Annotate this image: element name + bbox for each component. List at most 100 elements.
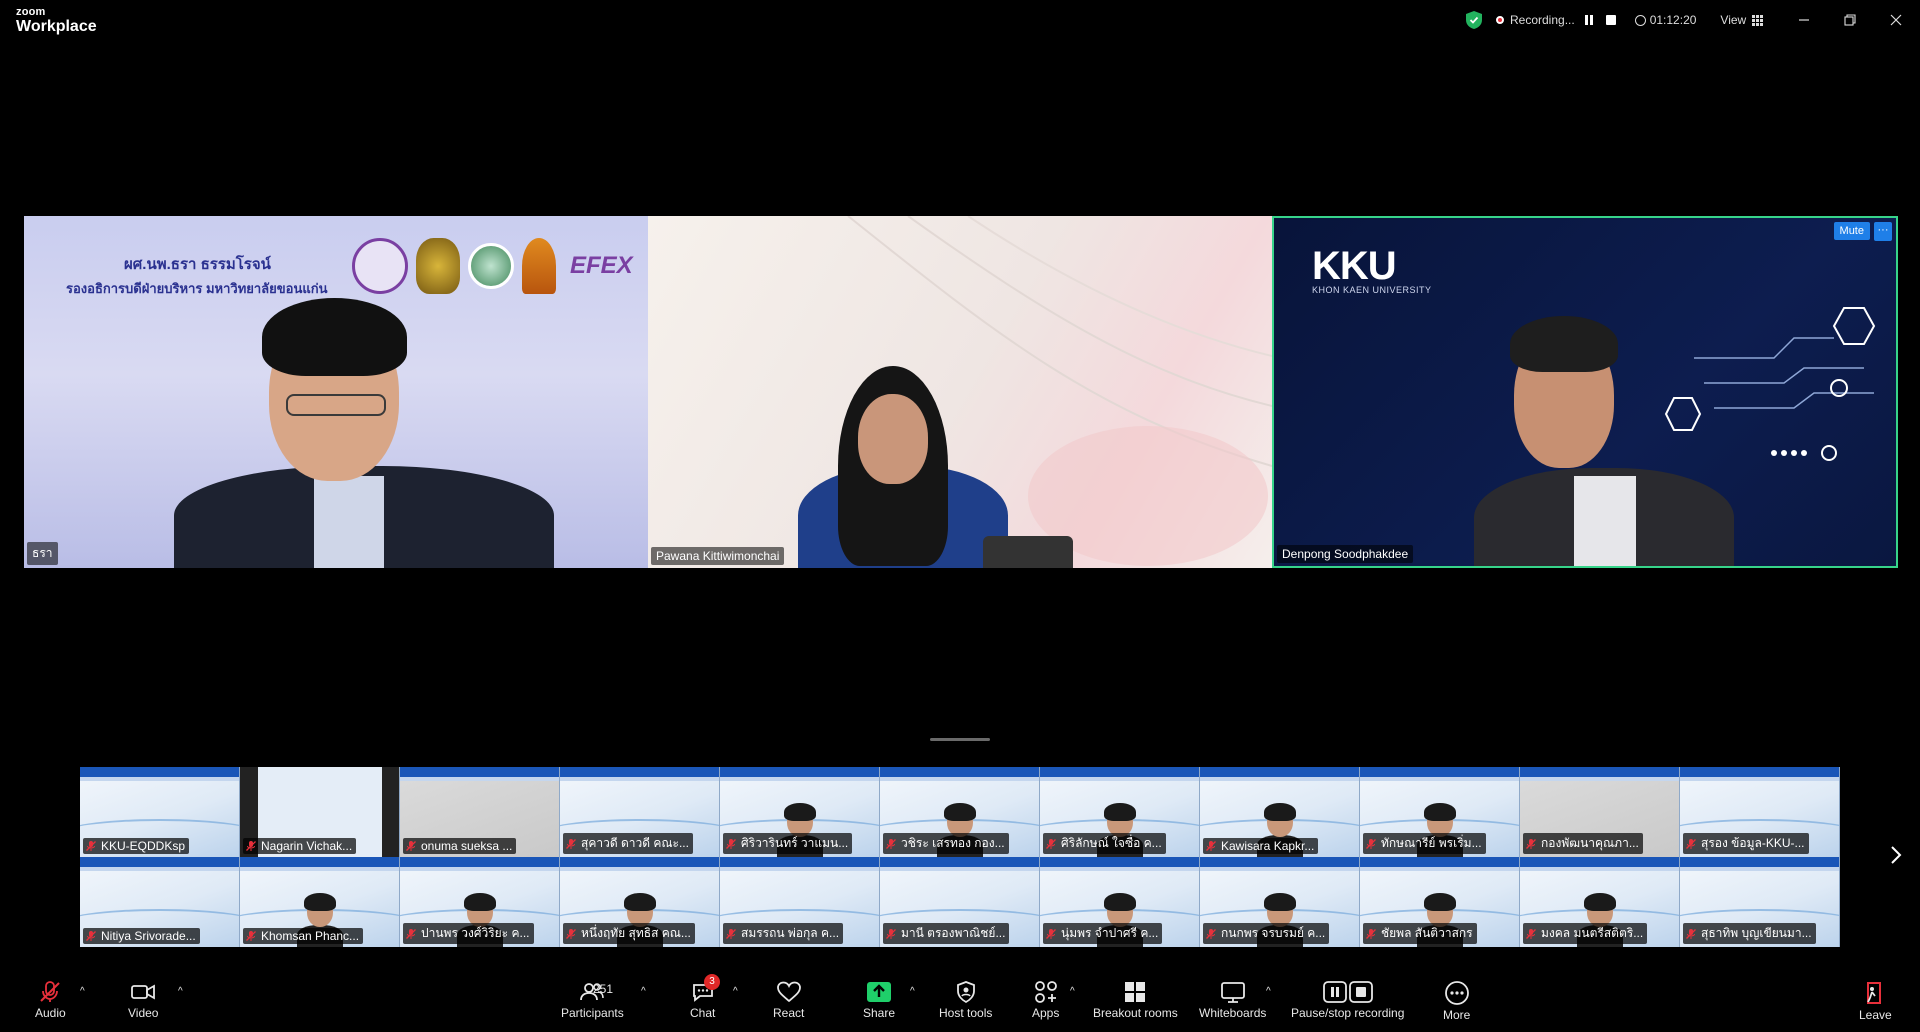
- participant-tile[interactable]: Kawisara Kapkr...: [1200, 767, 1360, 857]
- muted-microphone-icon: [886, 928, 896, 939]
- participant-name-tag: สุธาทิพ บุญเขียนมา...: [1683, 923, 1816, 944]
- participant-tile[interactable]: onuma sueksa ...: [400, 767, 560, 857]
- stop-icon: [1605, 15, 1616, 25]
- participant-name: Kawisara Kapkr...: [1221, 839, 1315, 853]
- participant-name-tag: กนกพร จรบรมย์ ค...: [1203, 923, 1330, 944]
- muted-microphone-icon: [1686, 838, 1696, 849]
- participant-name-tag: สุคาวดี ดาวดี คณะ...: [563, 833, 693, 854]
- encryption-shield-icon[interactable]: [1466, 11, 1482, 29]
- participant-name: มานี ตรองพาณิชย์...: [901, 926, 1006, 940]
- participant-tile[interactable]: Nagarin Vichak...: [240, 767, 400, 857]
- participant-tile[interactable]: สุรอง ข้อมูล-KKU-...: [1680, 767, 1840, 857]
- participant-tile[interactable]: นุ่มพร จำปาศรี ค...: [1040, 857, 1200, 947]
- participant-tile[interactable]: กองพัฒนาคุณภา...: [1520, 767, 1680, 857]
- zoom-workplace-logo: zoom Workplace: [16, 7, 97, 35]
- participant-tile[interactable]: สมรรถน พ่อกุล ค...: [720, 857, 880, 947]
- breakout-rooms-button[interactable]: Breakout rooms: [1093, 980, 1178, 1020]
- video-tile-thara[interactable]: ผศ.นพ.ธรา ธรรมโรจน์ รองอธิการบดีฝ่ายบริห…: [24, 216, 648, 568]
- audio-options-caret[interactable]: ^: [80, 986, 85, 997]
- gallery-next-button[interactable]: [1890, 845, 1902, 870]
- participant-name-tag: สุรอง ข้อมูล-KKU-...: [1683, 833, 1809, 854]
- participant-name: ชัยพล สันติวาสกร: [1381, 926, 1473, 940]
- minimize-button[interactable]: [1792, 8, 1816, 32]
- chat-unread-badge: 3: [704, 974, 720, 990]
- participant-tile[interactable]: หนึ่งฤทัย สุทธิส คณ...: [560, 857, 720, 947]
- chat-options-caret[interactable]: ^: [733, 986, 738, 997]
- muted-microphone-icon: [86, 931, 96, 941]
- slide-subheader-bar: [1040, 777, 1199, 781]
- audio-button[interactable]: Audio: [35, 980, 66, 1020]
- participant-tile[interactable]: สุธาทิพ บุญเขียนมา...: [1680, 857, 1840, 947]
- video-button[interactable]: Video: [128, 980, 158, 1020]
- muted-microphone-icon: [1366, 928, 1376, 939]
- muted-microphone-icon: [246, 841, 256, 851]
- participant-name-tag: วชิระ เสรทอง กอง...: [883, 833, 1009, 854]
- participant-tile[interactable]: ศิริวารินทร์ วาแมน...: [720, 767, 880, 857]
- participant-tile[interactable]: ศิริลักษณ์ ใจซื่อ ค...: [1040, 767, 1200, 857]
- participant-tile[interactable]: กนกพร จรบรมย์ ค...: [1200, 857, 1360, 947]
- mute-participant-button[interactable]: Mute: [1833, 222, 1870, 240]
- participants-count: 251: [593, 982, 614, 996]
- chat-button[interactable]: 3 Chat: [690, 974, 720, 1020]
- pause-stop-recording-button[interactable]: Pause/stop recording: [1291, 980, 1404, 1020]
- slide-header-bar: [880, 857, 1039, 867]
- participant-tile[interactable]: ปานพร วงศ์วิริยะ ค...: [400, 857, 560, 947]
- slide-header-bar: [1520, 857, 1679, 867]
- more-button[interactable]: More: [1443, 980, 1470, 1022]
- participant-tile[interactable]: ทักษณารีย์ พรเริ่ม...: [1360, 767, 1520, 857]
- muted-microphone-icon: [40, 981, 61, 1002]
- participant-tile[interactable]: มงคล มนตรีสติตริ...: [1520, 857, 1680, 947]
- participant-tile[interactable]: Nitiya Srivorade...: [80, 857, 240, 947]
- video-tile-denpong[interactable]: KKU KHON KAEN UNIVERSITY Mute ··· Denpon…: [1272, 216, 1898, 568]
- chat-label: Chat: [690, 1006, 716, 1020]
- close-icon: [1890, 14, 1902, 26]
- participant-more-button[interactable]: ···: [1874, 222, 1892, 241]
- participant-name-tag: สมรรถน พ่อกุล ค...: [723, 923, 844, 944]
- kku-logo-subtext: KHON KAEN UNIVERSITY: [1312, 285, 1432, 295]
- pause-recording-button[interactable]: [1581, 12, 1597, 28]
- participant-name: KKU-EQDDKsp: [101, 839, 186, 853]
- slide-subheader-bar: [880, 777, 1039, 781]
- view-button[interactable]: View: [1720, 13, 1764, 27]
- participant-tile[interactable]: Khomsan Phanc...: [240, 857, 400, 947]
- video-tile-pawana[interactable]: Pawana Kittiwimonchai: [648, 216, 1272, 568]
- apps-options-caret[interactable]: ^: [1070, 986, 1075, 997]
- leave-button[interactable]: Leave: [1859, 980, 1892, 1022]
- participants-options-caret[interactable]: ^: [641, 986, 646, 997]
- participant-name-tag: ศิริลักษณ์ ใจซื่อ ค...: [1043, 833, 1166, 854]
- participant-tile[interactable]: ชัยพล สันติวาสกร: [1360, 857, 1520, 947]
- slide-subheader-bar: [880, 867, 1039, 871]
- stop-recording-button[interactable]: [1603, 12, 1619, 28]
- participant-name-tag: ปานพร วงศ์วิริยะ ค...: [403, 923, 534, 944]
- share-options-caret[interactable]: ^: [910, 986, 915, 997]
- share-button[interactable]: Share: [863, 980, 895, 1020]
- participant-name: ศิริลักษณ์ ใจซื่อ ค...: [1061, 836, 1162, 850]
- participant-tile[interactable]: สุคาวดี ดาวดี คณะ...: [560, 767, 720, 857]
- react-button[interactable]: React: [773, 980, 804, 1020]
- participant-tile[interactable]: วชิระ เสรทอง กอง...: [880, 767, 1040, 857]
- slide-subheader-bar: [1680, 777, 1839, 781]
- participant-name: ทักษณารีย์ พรเริ่ม...: [1381, 836, 1482, 850]
- more-label: More: [1443, 1008, 1471, 1022]
- gallery-resize-handle[interactable]: [930, 738, 990, 741]
- kku-logo-text: KKU: [1312, 244, 1397, 288]
- muted-microphone-icon: [1206, 928, 1216, 939]
- video-options-caret[interactable]: ^: [178, 986, 183, 997]
- slide-subtitle: รองอธิการบดีฝ่ายบริหาร มหาวิทยาลัยขอนแก่…: [66, 281, 328, 296]
- participant-tile[interactable]: KKU-EQDDKsp: [80, 767, 240, 857]
- whiteboards-button[interactable]: Whiteboards: [1199, 980, 1266, 1020]
- participant-name-tag: onuma sueksa ...: [403, 838, 517, 854]
- whiteboards-options-caret[interactable]: ^: [1266, 986, 1271, 997]
- apps-button[interactable]: Apps: [1032, 980, 1059, 1020]
- close-button[interactable]: [1884, 8, 1908, 32]
- slide-subheader-bar: [1360, 777, 1519, 781]
- restore-button[interactable]: [1838, 8, 1862, 32]
- audio-label: Audio: [35, 1006, 66, 1020]
- participant-tile[interactable]: มานี ตรองพาณิชย์...: [880, 857, 1040, 947]
- slide-header-bar: [80, 857, 239, 867]
- video-label: Video: [128, 1006, 159, 1020]
- participants-button[interactable]: 251 Participants: [561, 980, 624, 1020]
- circuit-graphic: [1664, 307, 1876, 461]
- host-tools-button[interactable]: Host tools: [939, 980, 992, 1020]
- participant-name: สมรรถน พ่อกุล ค...: [741, 926, 840, 940]
